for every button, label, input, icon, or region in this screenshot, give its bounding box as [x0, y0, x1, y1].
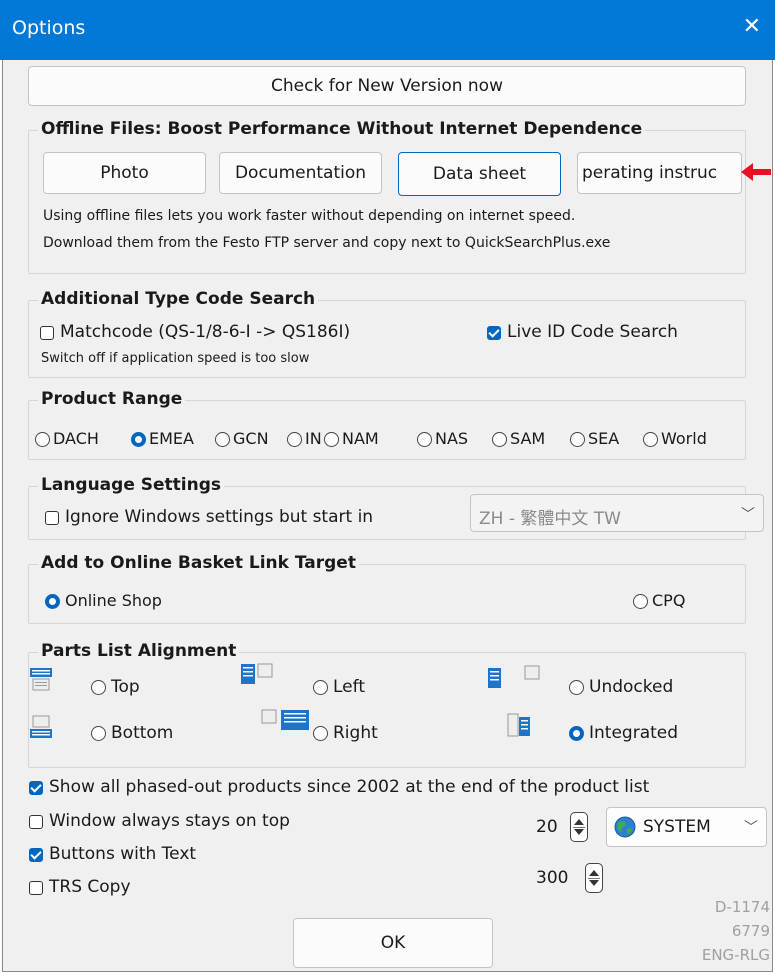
align-integrated-radio[interactable] — [569, 726, 584, 741]
chevron-down-icon: ﹀ — [744, 820, 758, 836]
range-radio-dach[interactable] — [35, 432, 50, 447]
product-range-group: Product Range DACH EMEA GCN IN NAM NAS S… — [28, 389, 746, 460]
title-bar: Options ✕ — [0, 0, 775, 60]
trs-copy-label: TRS Copy — [49, 877, 131, 897]
always-on-top-label: Window always stays on top — [49, 811, 290, 831]
type-code-title: Additional Type Code Search — [38, 289, 319, 309]
photo-button[interactable]: Photo — [43, 152, 206, 194]
range-radio-gcn[interactable] — [215, 432, 230, 447]
matchcode-checkbox[interactable] — [40, 326, 54, 340]
basket-target-title: Add to Online Basket Link Target — [38, 553, 359, 573]
type-code-group: Additional Type Code Search Matchcode (Q… — [28, 289, 746, 378]
version-line-1: D-1174 — [714, 898, 770, 916]
documentation-button[interactable]: Documentation — [219, 152, 382, 194]
range-label-sea: SEA — [588, 429, 620, 448]
cpq-radio[interactable] — [633, 594, 648, 609]
integrated-icon — [507, 713, 530, 737]
range-radio-nam[interactable] — [324, 432, 339, 447]
language-title: Language Settings — [38, 475, 225, 495]
parts-list-title: Parts List Alignment — [38, 641, 240, 661]
ignore-windows-label: Ignore Windows settings but start in — [65, 507, 374, 527]
undocked-icon — [488, 665, 540, 688]
phased-out-label: Show all phased-out products since 2002 … — [49, 777, 650, 797]
range-radio-sea[interactable] — [570, 432, 585, 447]
live-id-label: Live ID Code Search — [507, 322, 678, 342]
always-on-top-checkbox[interactable] — [29, 815, 43, 829]
align-left-radio[interactable] — [313, 680, 328, 695]
offline-note-1: Using offline files lets you work faster… — [43, 208, 576, 224]
align-bottom-label: Bottom — [111, 723, 174, 743]
cpq-label: CPQ — [652, 591, 686, 610]
align-top-label: Top — [111, 677, 140, 697]
ignore-windows-checkbox[interactable] — [45, 511, 59, 525]
language-select[interactable]: ZH - 繁體中文 TW ﹀ — [470, 494, 764, 532]
range-radio-sam[interactable] — [492, 432, 507, 447]
live-id-checkbox[interactable] — [487, 326, 501, 340]
operating-instructions-button[interactable]: perating instruc — [577, 152, 742, 194]
check-version-button[interactable]: Check for New Version now — [28, 66, 746, 106]
system-select[interactable]: SYSTEM ﹀ — [606, 807, 767, 847]
align-bottom-radio[interactable] — [91, 726, 106, 741]
range-label-world: World — [661, 429, 707, 448]
dock-left-icon — [241, 663, 273, 684]
data-sheet-button[interactable]: Data sheet — [398, 152, 561, 196]
online-shop-label: Online Shop — [65, 591, 162, 610]
phased-out-checkbox[interactable] — [29, 781, 43, 795]
globe-icon — [614, 816, 636, 838]
options-dialog: Check for New Version now Offline Files:… — [2, 60, 773, 972]
range-label-sam: SAM — [510, 429, 546, 448]
ok-button[interactable]: OK — [293, 918, 493, 968]
window-title: Options — [12, 17, 86, 39]
spinner-1-arrows[interactable] — [570, 812, 588, 842]
type-code-hint: Switch off if application speed is too s… — [41, 351, 310, 366]
basket-target-group: Add to Online Basket Link Target Online … — [28, 553, 746, 624]
offline-files-title: Offline Files: Boost Performance Without… — [38, 119, 646, 139]
spinner-2-arrows[interactable] — [585, 863, 603, 893]
align-right-radio[interactable] — [313, 726, 328, 741]
product-range-title: Product Range — [38, 389, 186, 409]
dock-bottom-icon — [30, 715, 52, 738]
align-undocked-radio[interactable] — [569, 680, 584, 695]
dock-top-icon — [30, 668, 52, 691]
chevron-down-icon: ﹀ — [741, 507, 755, 523]
close-icon[interactable]: ✕ — [743, 14, 761, 40]
buttons-with-text-label: Buttons with Text — [49, 844, 197, 864]
range-radio-world[interactable] — [643, 432, 658, 447]
range-label-emea: EMEA — [149, 429, 194, 448]
range-radio-emea[interactable] — [131, 432, 146, 447]
range-label-in: IN — [305, 429, 322, 448]
align-left-label: Left — [333, 677, 365, 697]
range-radio-nas[interactable] — [417, 432, 432, 447]
range-radio-in[interactable] — [287, 432, 302, 447]
red-arrow-icon — [741, 163, 771, 181]
buttons-with-text-checkbox[interactable] — [29, 848, 43, 862]
matchcode-label: Matchcode (QS-1/8-6-I -> QS186I) — [60, 322, 351, 342]
align-top-radio[interactable] — [91, 680, 106, 695]
version-line-2: 6779 — [731, 922, 770, 940]
spinner-1-value[interactable]: 20 — [536, 817, 558, 837]
range-label-nas: NAS — [435, 429, 469, 448]
system-select-value: SYSTEM — [643, 817, 711, 837]
offline-files-group: Offline Files: Boost Performance Without… — [28, 119, 746, 274]
align-undocked-label: Undocked — [589, 677, 674, 697]
online-shop-radio[interactable] — [45, 594, 60, 609]
range-label-nam: NAM — [342, 429, 379, 448]
dock-right-icon — [261, 709, 309, 730]
align-right-label: Right — [333, 723, 378, 743]
align-integrated-label: Integrated — [589, 723, 679, 743]
offline-note-2: Download them from the Festo FTP server … — [43, 235, 611, 251]
range-label-gcn: GCN — [233, 429, 269, 448]
spinner-2-value[interactable]: 300 — [536, 868, 568, 888]
language-select-value: ZH - 繁體中文 TW — [479, 509, 621, 529]
parts-list-group: Parts List Alignment Top Left Undocked B… — [28, 641, 746, 768]
trs-copy-checkbox[interactable] — [29, 881, 43, 895]
range-label-dach: DACH — [53, 429, 99, 448]
version-line-3: ENG-RLG — [701, 946, 770, 964]
